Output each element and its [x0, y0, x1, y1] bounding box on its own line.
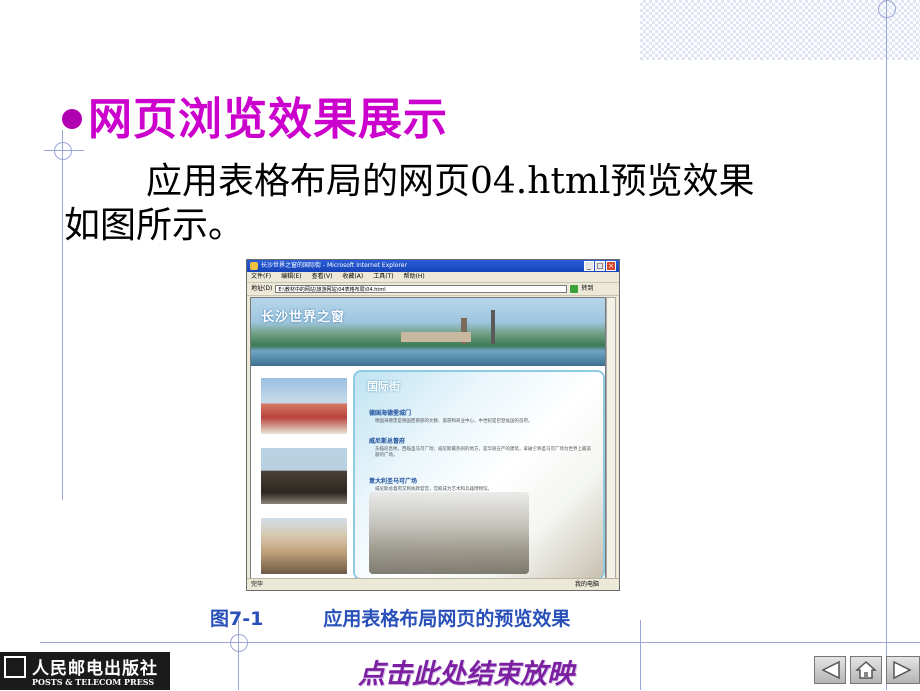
go-icon: [570, 285, 579, 293]
browser-screenshot: 长沙世界之窗的国际街 - Microsoft Internet Explorer…: [246, 259, 620, 591]
slide-title: 网页浏览效果展示: [62, 92, 448, 148]
guide-line-vertical: [640, 620, 641, 690]
banner-tower: [491, 310, 495, 344]
body-line-1: 应用表格布局的网页04.html预览效果: [146, 161, 755, 202]
publisher-mark-icon: [4, 656, 26, 678]
address-field: E:\教材中的网站\旅游网站\04表格布局\04.html: [275, 285, 568, 293]
go-label: 转到: [581, 285, 594, 292]
photo-heidelberg-gate: [261, 378, 347, 434]
browser-menubar: 文件(F) 编辑(E) 查看(V) 收藏(A) 工具(T) 帮助(H): [247, 272, 619, 283]
guide-circle: [230, 634, 248, 652]
guide-line-horizontal: [40, 642, 920, 643]
menu-tools: 工具(T): [373, 273, 394, 280]
home-button[interactable]: [850, 656, 882, 684]
status-zone: 我的电脑: [574, 581, 599, 588]
section-heading: 意大利圣马可广场: [369, 478, 418, 485]
next-icon: [893, 660, 912, 680]
slide-body: 应用表格布局的网页04.html预览效果 如图所示。: [64, 160, 844, 248]
next-button[interactable]: [886, 656, 920, 684]
browser-addressbar: 地址(D) E:\教材中的网站\旅游网站\04表格布局\04.html 转到: [247, 283, 619, 296]
browser-titlebar: 长沙世界之窗的国际街 - Microsoft Internet Explorer…: [247, 260, 619, 272]
slide-title-text: 网页浏览效果展示: [88, 94, 448, 145]
menu-file: 文件(F): [251, 273, 272, 280]
maximize-icon: □: [595, 261, 605, 271]
close-icon: ×: [606, 261, 616, 271]
prev-button[interactable]: [814, 656, 846, 684]
panel-illustration: [369, 492, 529, 574]
bullet-icon: [62, 109, 82, 129]
home-icon: [855, 660, 877, 679]
browser-statusbar: 完毕 我的电脑: [247, 578, 619, 590]
banner-logo: 长沙世界之窗: [261, 310, 346, 325]
section-text: 东临叹息桥，西临圣马可广场；威尼斯最热闹的地方，是华丽庄严的建筑，拿破仑称圣马可…: [375, 447, 591, 458]
section-heading: 德国海德堡城门: [369, 410, 412, 417]
menu-help: 帮助(H): [403, 273, 425, 280]
section-heading: 威尼斯总督府: [369, 438, 406, 445]
photo-st-marks-square: [261, 518, 347, 574]
publisher-logo: 人民邮电出版社 POSTS & TELECOM PRESS: [0, 652, 170, 690]
guide-circle: [878, 0, 896, 18]
minimize-icon: _: [584, 261, 594, 271]
body-line-2: 如图所示。: [64, 205, 245, 246]
prev-icon: [821, 660, 840, 680]
menu-view: 查看(V): [311, 273, 333, 280]
content-panel: 国际街 德国海德堡城门 德国海德堡是德国西南部的文教、旅游和商业中心，中世纪是巴…: [353, 370, 605, 578]
menu-edit: 编辑(E): [281, 273, 302, 280]
page-banner: 长沙世界之窗: [251, 298, 605, 366]
guide-line-vertical: [62, 130, 63, 500]
figure-number: 图7-1: [210, 608, 264, 630]
ie-icon: [250, 262, 258, 270]
publisher-name-cn: 人民邮电出版社: [32, 659, 158, 679]
address-label: 地址(D): [251, 285, 273, 292]
figure-caption: 图7-1 应用表格布局网页的预览效果: [210, 604, 570, 631]
browser-window-title: 长沙世界之窗的国际街 - Microsoft Internet Explorer: [261, 262, 407, 269]
photo-doges-palace: [261, 448, 347, 504]
publisher-name-en: POSTS & TELECOM PRESS: [32, 677, 155, 687]
browser-scrollbar: [606, 297, 616, 579]
end-show-link[interactable]: 点击此处结束放映: [358, 652, 574, 691]
guide-line-vertical: [886, 0, 887, 690]
banner-building: [401, 332, 471, 342]
section-text: 德国海德堡是德国西南部的文教、旅游和商业中心，中世纪是巴登侯国的首府。: [375, 419, 533, 424]
menu-favorites: 收藏(A): [342, 273, 364, 280]
panel-title: 国际街: [367, 380, 400, 393]
status-text: 完毕: [251, 581, 264, 588]
browser-content: 长沙世界之窗 国际街 德国海德堡城门 德国海德堡是德国西南部的文教、旅游和商业中…: [250, 297, 606, 579]
figure-caption-text: 应用表格布局网页的预览效果: [323, 608, 571, 630]
